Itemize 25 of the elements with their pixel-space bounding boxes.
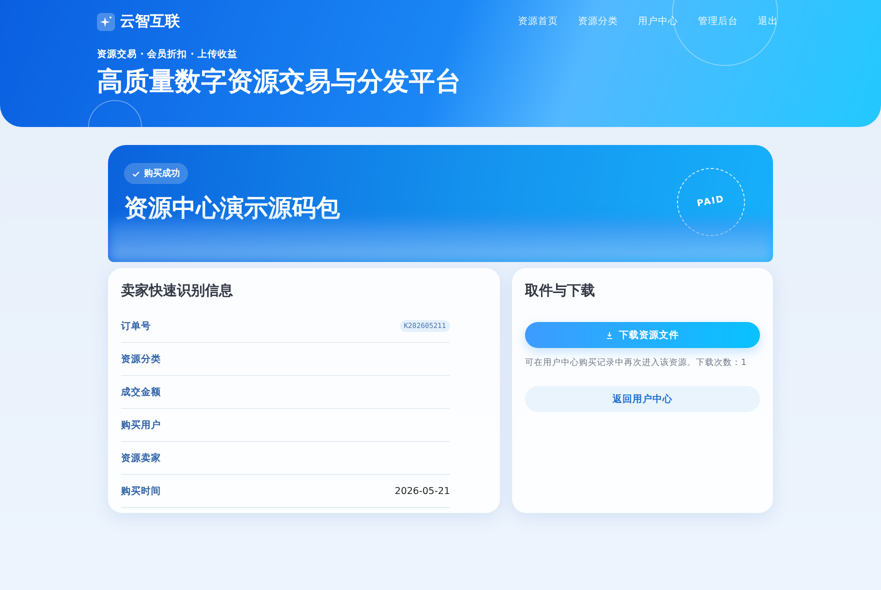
back-button[interactable]: 返回用户中心	[525, 386, 760, 412]
nav-link[interactable]: 资源分类	[578, 15, 618, 28]
download-icon	[606, 332, 613, 338]
sparkle-logo-icon	[97, 12, 115, 30]
field-label: 订单号	[121, 320, 151, 332]
nav-link[interactable]: 管理后台	[698, 15, 738, 28]
nav-link[interactable]: 退出	[758, 15, 778, 28]
nav-link[interactable]: 资源首页	[518, 15, 558, 28]
card-title: 取件与下载	[525, 282, 596, 300]
field-label: 成交金额	[121, 386, 161, 398]
paid-stamp: PAID	[677, 168, 745, 236]
field-value: 2026-05-21	[394, 486, 450, 496]
tagline: 资源交易 · 会员折扣 · 上传收益	[97, 48, 238, 61]
field-label: 资源分类	[121, 352, 161, 366]
brand-name: 云智互联	[120, 12, 180, 31]
headline: 高质量数字资源交易与分发平台	[97, 66, 462, 99]
field-label: 资源卖家	[121, 452, 161, 464]
field-label: 购买时间	[121, 484, 161, 498]
success-badge: 购买成功	[124, 163, 188, 184]
field-label: 购买用户	[121, 418, 161, 432]
card-title: 卖家快速识别信息	[121, 282, 234, 300]
nav-link[interactable]: 用户中心	[638, 15, 678, 28]
download-button[interactable]: 下载资源文件	[525, 322, 760, 348]
resource-title: 资源中心演示源码包	[124, 193, 340, 224]
download-note: 可在用户中心购买记录中再次进入该资源。下载次数：1	[525, 357, 748, 369]
